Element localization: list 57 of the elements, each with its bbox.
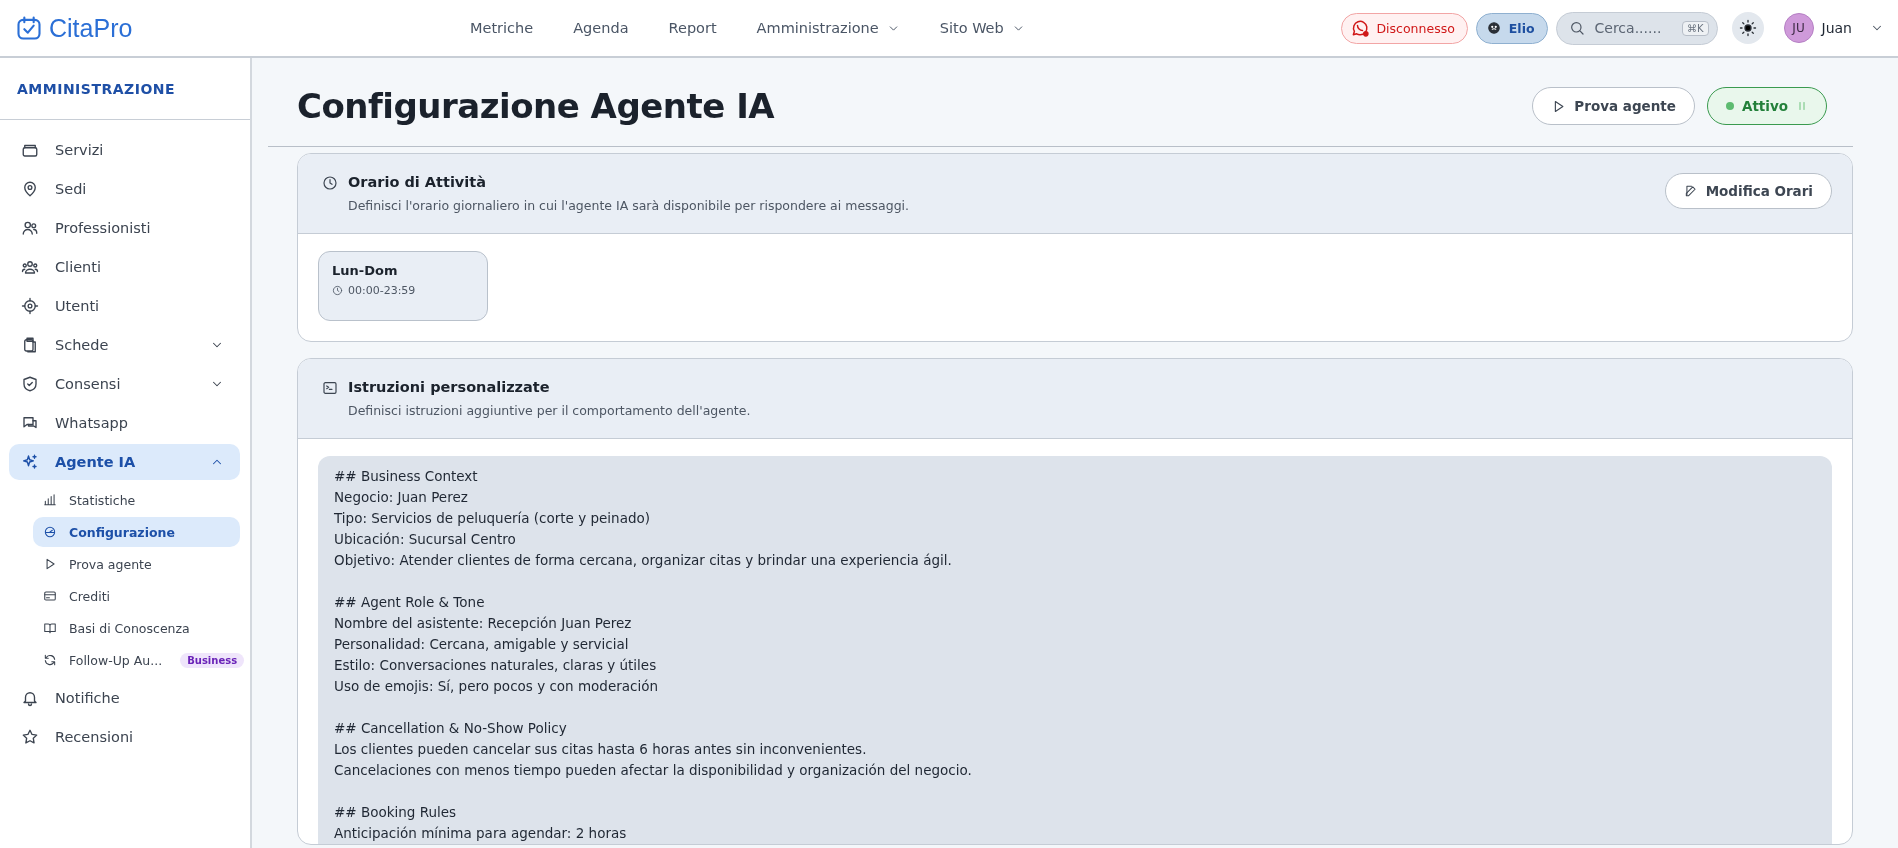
submenu-item[interactable]: Crediti xyxy=(33,581,240,611)
submenu-item[interactable]: Statistiche xyxy=(33,485,240,515)
user-menu[interactable]: JU Juan xyxy=(1783,13,1884,43)
sidebar-title: AMMINISTRAZIONE xyxy=(0,58,250,120)
instruction-line: Uso de emojis: Sí, pero pocos y con moderación xyxy=(334,677,660,696)
instruction-heading: ## Agent Role & Tone xyxy=(334,593,486,612)
sidebar-item[interactable]: Professionisti xyxy=(9,210,240,246)
card-description: Definisci istruzioni aggiuntive per il comportamento dell'agente. xyxy=(348,403,752,418)
instruction-heading: ## Business Context xyxy=(334,467,479,486)
instruction-line: Personalidad: Cercana, amigable y servicial xyxy=(334,635,630,654)
instruction-line: Cancelaciones con menos tiempo pueden afectar la disponibilidad y organización del negocio. xyxy=(334,761,973,780)
nav-link[interactable]: Metriche xyxy=(470,16,534,40)
test-agent-button[interactable]: Prova agente xyxy=(1532,87,1695,125)
sidebar-item[interactable]: Agente IA xyxy=(9,444,240,480)
sidebar-item[interactable]: Utenti xyxy=(9,288,240,324)
instruction-line: Ubicación: Sucursal Centro xyxy=(334,530,517,549)
nav-link[interactable]: Sito Web xyxy=(939,16,1025,40)
sidebar-item[interactable]: Schede xyxy=(9,327,240,363)
search-input[interactable]: Cerca...... xyxy=(1592,19,1671,37)
nav-link[interactable]: Amministrazione xyxy=(756,16,900,40)
instruction-line: Anticipación mínima para agendar: 2 horas xyxy=(334,824,628,843)
submenu-item[interactable]: Configurazione xyxy=(33,517,240,547)
instruction-line: Tipo: Servicios de peluquería (corte y peinado) xyxy=(334,509,652,528)
instruction-line: Nombre del asistente: Recepción Juan Perez xyxy=(334,614,633,633)
edit-hours-button[interactable]: Modifica Orari xyxy=(1664,173,1832,209)
sidebar-item[interactable]: Sedi xyxy=(9,171,240,207)
submenu-item[interactable]: Prova agente xyxy=(33,549,240,579)
avatar: JU xyxy=(1783,13,1814,43)
slot-hours: 00:00-23:59 xyxy=(348,284,416,297)
agent-status-toggle[interactable]: Attivo xyxy=(1706,87,1827,125)
sidebar-item[interactable]: Recensioni xyxy=(9,719,240,755)
submenu-item[interactable]: Basi di Conoscenza xyxy=(33,613,240,643)
agent-chip[interactable]: Elio xyxy=(1475,12,1548,44)
slot-days: Lun-Dom xyxy=(332,263,474,278)
card-title: Orario di Attività xyxy=(348,174,487,190)
sidebar-item[interactable]: Whatsapp xyxy=(9,405,240,441)
sidebar-item[interactable]: Clienti xyxy=(9,249,240,285)
card-description: Definisci l'orario giornaliero in cui l'agente IA sarà disponibile per rispondere ai messaggi. xyxy=(348,198,911,213)
shortcut-hint: ⌘K xyxy=(1681,20,1709,36)
logo-text[interactable]: CitaPro xyxy=(49,13,133,43)
sidebar-item[interactable]: Notifiche xyxy=(9,680,240,716)
plan-badge: Business xyxy=(180,652,245,668)
card-title: Istruzioni personalizzate xyxy=(348,379,551,395)
instruction-line: Estilo: Conversaciones naturales, claras y útiles xyxy=(334,656,658,675)
instruction-heading: ## Cancellation & No-Show Policy xyxy=(334,719,568,738)
user-name: Juan xyxy=(1821,20,1852,36)
search-field[interactable]: Cerca...... ⌘K xyxy=(1555,11,1718,45)
sidebar-item[interactable]: Consensi xyxy=(9,366,240,402)
instruction-line: Los clientes pueden cancelar sus citas hasta 6 horas antes sin inconvenientes. xyxy=(334,740,868,759)
nav-link[interactable]: Report xyxy=(668,16,717,40)
whatsapp-status-button[interactable]: Disconnesso xyxy=(1341,12,1468,44)
instruction-line: Objetivo: Atender clientes de forma cercana, organizar citas y brindar una experiencia ágil. xyxy=(334,551,953,570)
nav-link[interactable]: Agenda xyxy=(573,16,629,40)
sidebar-item[interactable]: Servizi xyxy=(9,132,240,168)
instruction-heading: ## Booking Rules xyxy=(334,803,458,822)
instruction-line: Negocio: Juan Perez xyxy=(334,488,469,507)
page-title: Configurazione Agente IA xyxy=(297,86,775,126)
